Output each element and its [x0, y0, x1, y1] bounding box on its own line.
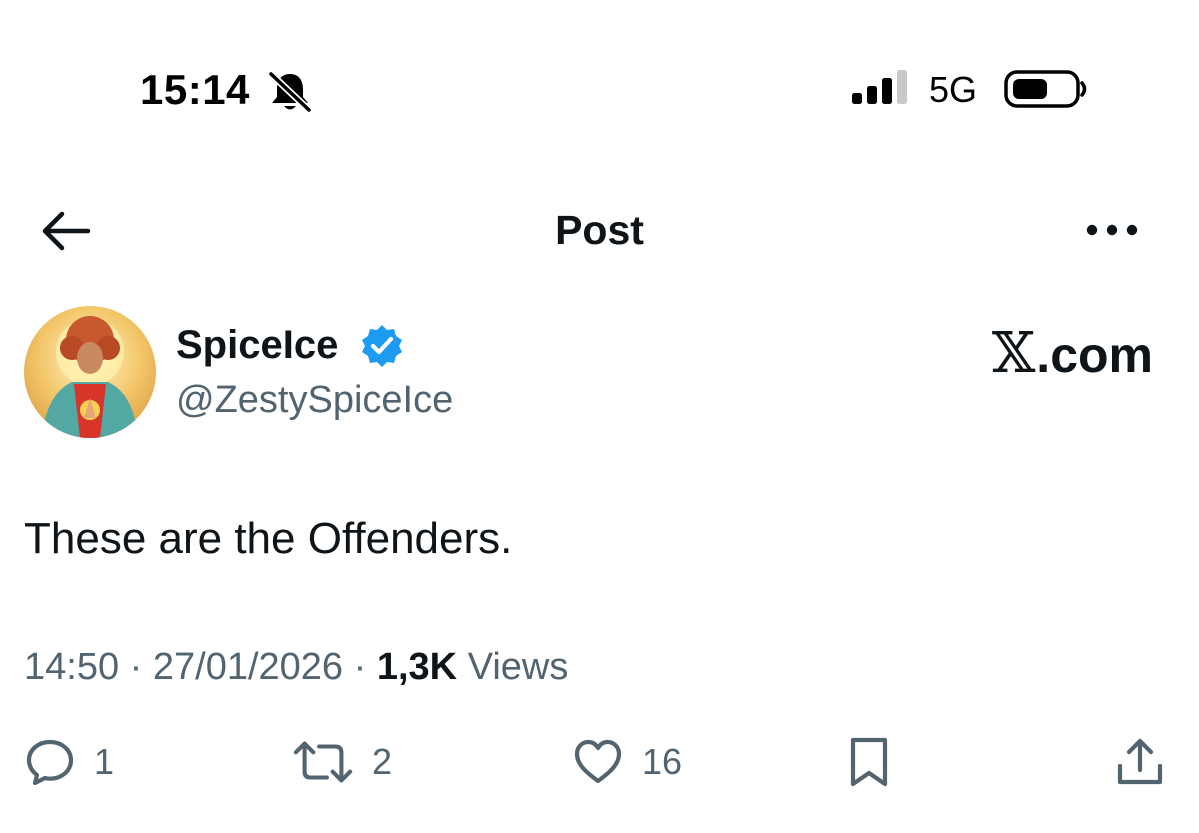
status-time: 15:14 — [140, 66, 250, 113]
post-text: These are the Offenders. — [24, 514, 513, 563]
x-com-watermark: 𝕏.com — [992, 324, 1153, 385]
watermark-domain: .com — [1036, 327, 1153, 383]
bookmark-button[interactable] — [843, 734, 895, 790]
repost-button[interactable]: 2 — [292, 734, 392, 790]
like-count: 16 — [642, 741, 683, 782]
like-button[interactable]: 16 — [572, 734, 682, 790]
share-button[interactable] — [1114, 734, 1166, 790]
repost-icon — [293, 741, 353, 783]
share-icon — [1117, 738, 1163, 785]
reply-count: 1 — [94, 741, 115, 782]
bookmark-icon — [850, 737, 888, 787]
post-time[interactable]: 14:50 — [24, 646, 119, 688]
repost-count: 2 — [372, 741, 393, 782]
reply-button[interactable]: 1 — [24, 734, 114, 790]
meta-separator: · — [353, 646, 367, 688]
page-title: Post — [555, 207, 644, 253]
verified-badge-icon — [362, 325, 402, 367]
post-screen: 15:14 5G Post SpiceIce @ZestySpiceIce 𝕏.… — [0, 0, 1199, 833]
views-count[interactable]: 1,3K — [377, 646, 457, 688]
signal-bars-icon — [852, 70, 907, 104]
post-meta: 14:50 · 27/01/2026 · 1,3K Views — [24, 642, 568, 692]
post-date[interactable]: 27/01/2026 — [153, 646, 343, 688]
avatar[interactable] — [24, 306, 156, 438]
views-label[interactable]: Views — [468, 646, 569, 688]
reply-icon — [26, 739, 74, 786]
user-handle[interactable]: @ZestySpiceIce — [176, 376, 453, 424]
x-logo-mark: 𝕏 — [991, 321, 1036, 386]
battery-icon — [1004, 70, 1087, 108]
bell-slash-icon — [267, 70, 313, 114]
display-name[interactable]: SpiceIce — [176, 320, 338, 370]
network-type: 5G — [929, 69, 978, 110]
like-icon — [574, 739, 622, 784]
meta-separator: · — [129, 646, 143, 688]
more-dots-icon[interactable] — [1082, 212, 1142, 248]
